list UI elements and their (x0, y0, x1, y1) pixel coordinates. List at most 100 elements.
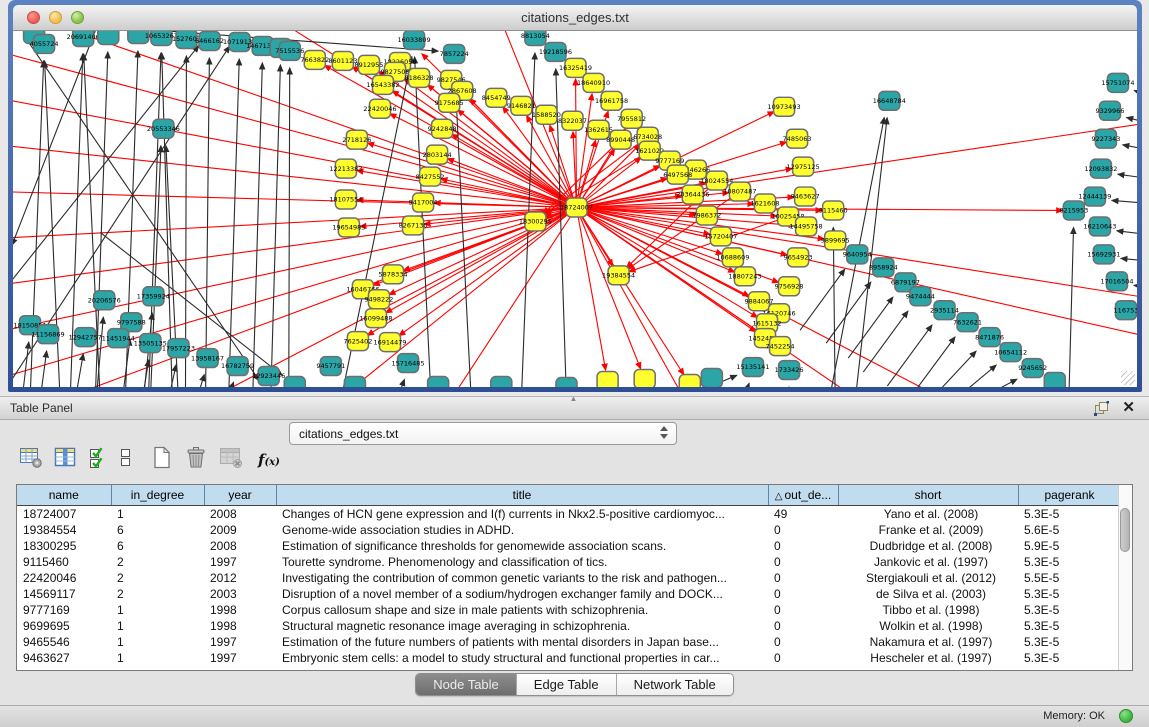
table-cell[interactable]: Estimation of significance thresholds fo… (276, 538, 768, 554)
graph-node[interactable]: 2803144 (423, 145, 452, 164)
table-cell[interactable]: 2 (111, 586, 204, 602)
graph-node[interactable]: 9329966 (1095, 101, 1124, 120)
table-cell[interactable]: 0 (768, 522, 838, 538)
table-cell[interactable]: 5.3E-5 (1018, 586, 1121, 602)
table-cell[interactable]: 1 (111, 602, 204, 618)
table-cell[interactable]: Dudbridge et al. (2008) (838, 538, 1018, 554)
graph-node[interactable]: 8813054 (521, 31, 550, 45)
graph-node[interactable]: 9115460 (819, 201, 848, 220)
table-cell[interactable]: Yano et al. (2008) (838, 506, 1018, 523)
window-titlebar[interactable]: citations_edges.txt (13, 5, 1137, 31)
graph-edge[interactable] (848, 297, 893, 358)
table-cell[interactable]: 2 (111, 570, 204, 586)
table-cell[interactable]: 9465546 (17, 634, 111, 650)
graph-edge[interactable] (142, 360, 148, 387)
table-cell[interactable]: 49 (768, 506, 838, 523)
graph-node[interactable]: 9756928 (775, 277, 804, 296)
graph-node[interactable] (284, 377, 305, 387)
table-cell[interactable]: 18300295 (17, 538, 111, 554)
graph-node[interactable]: 9474444 (906, 287, 935, 306)
graph-edge[interactable] (168, 365, 176, 387)
graph-node[interactable] (556, 378, 577, 387)
graph-node[interactable]: 12975125 (787, 157, 820, 176)
table-cell[interactable]: Investigating the contribution of common… (276, 570, 768, 586)
column-header-in_degree[interactable]: in_degree (111, 485, 204, 506)
table-cell[interactable]: Genome-wide association studies in ADHD. (276, 522, 768, 538)
table-cell[interactable]: Franke et al. (2009) (838, 522, 1018, 538)
graph-node[interactable]: 9498222 (364, 290, 393, 309)
column-header-name[interactable]: name (17, 485, 111, 506)
graph-edge[interactable] (1121, 258, 1137, 262)
table-cell[interactable]: Corpus callosum shape and size in male p… (276, 602, 768, 618)
create-column-icon[interactable] (151, 446, 173, 474)
graph-node[interactable]: 9463627 (791, 187, 820, 206)
table-cell[interactable]: Tourette syndrome. Phenomenology and cla… (276, 554, 768, 570)
graph-node[interactable]: 8471876 (975, 328, 1004, 347)
graph-node[interactable]: 18107554 (329, 190, 362, 209)
graph-node[interactable]: 9899695 (821, 231, 850, 250)
graph-node[interactable] (98, 31, 119, 44)
graph-edge[interactable] (13, 208, 577, 341)
graph-node[interactable]: 20553346 (147, 119, 180, 138)
graph-node[interactable]: 7986372 (692, 206, 721, 225)
graph-node[interactable]: 9457791 (316, 357, 345, 376)
graph-edge[interactable] (13, 141, 577, 208)
table-cell[interactable]: 5.3E-5 (1018, 506, 1121, 523)
scrollbar-thumb[interactable] (1120, 508, 1130, 552)
table-cell[interactable]: 5.3E-5 (1018, 634, 1121, 650)
table-row[interactable]: 1456911722003Disruption of a novel membe… (17, 586, 1121, 602)
graph-node[interactable]: 116753 (1114, 301, 1137, 320)
table-cell[interactable]: Disruption of a novel member of a sodium… (276, 586, 768, 602)
delete-column-icon[interactable] (184, 446, 208, 474)
graph-node[interactable]: 16782759 (221, 357, 254, 376)
graph-edge[interactable] (13, 41, 577, 208)
table-cell[interactable]: 2008 (204, 538, 276, 554)
table-cell[interactable]: Estimation of the future numbers of pati… (276, 634, 768, 650)
table-row[interactable]: 946554611997Estimation of the future num… (17, 634, 1121, 650)
graph-node[interactable]: 18807243 (728, 267, 761, 286)
table-cell[interactable]: 0 (768, 618, 838, 634)
graph-node[interactable]: 8215953 (1059, 201, 1088, 220)
graph-edge[interactable] (1134, 91, 1137, 101)
table-cell[interactable]: 9115460 (17, 554, 111, 570)
graph-edge[interactable] (863, 311, 908, 372)
graph-edge[interactable] (800, 269, 845, 330)
table-cell[interactable]: 19384554 (17, 522, 111, 538)
graph-node[interactable]: 22420046 (363, 99, 396, 118)
split-pane-handle-icon[interactable]: ▲ (570, 396, 578, 402)
table-cell[interactable]: 5.3E-5 (1018, 650, 1121, 666)
select-all-checklist-icon[interactable] (88, 446, 108, 474)
graph-node[interactable]: 8322037 (558, 111, 587, 130)
table-cell[interactable]: 2003 (204, 586, 276, 602)
table-settings-icon[interactable] (19, 446, 43, 474)
graph-node[interactable]: 8958924 (869, 258, 898, 277)
column-header-title[interactable]: title (276, 485, 768, 506)
table-cell[interactable]: 0 (768, 586, 838, 602)
table-row[interactable]: 911546021997Tourette syndrome. Phenomeno… (17, 554, 1121, 570)
table-cell[interactable]: 1997 (204, 634, 276, 650)
graph-node[interactable]: 9654923 (784, 248, 813, 267)
graph-node[interactable]: 15751074 (1101, 73, 1134, 92)
table-row[interactable]: 1872400712008Changes of HCN gene express… (17, 506, 1121, 523)
graph-edge[interactable] (22, 342, 29, 387)
table-cell[interactable]: 1997 (204, 650, 276, 666)
graph-node[interactable]: 9227343 (1091, 129, 1120, 148)
table-cell[interactable]: 9699695 (17, 618, 111, 634)
graph-edge[interactable] (955, 365, 997, 387)
graph-edge[interactable] (1123, 145, 1137, 153)
table-cell[interactable]: 18724007 (17, 506, 111, 523)
graph-node[interactable] (1044, 373, 1065, 387)
table-cell[interactable]: 2 (111, 554, 204, 570)
graph-node[interactable]: 13958167 (191, 349, 224, 368)
graph-edge[interactable] (227, 382, 234, 387)
graph-node[interactable]: 8186328 (405, 68, 434, 87)
column-header-short[interactable]: short (838, 485, 1018, 506)
graph-node[interactable] (428, 377, 449, 387)
graph-edge[interactable] (930, 351, 976, 387)
float-panel-icon[interactable] (1094, 401, 1109, 421)
graph-node[interactable]: 8601123 (328, 51, 357, 70)
tab-node-table[interactable]: Node Table (416, 674, 516, 695)
graph-node[interactable]: 15716485 (392, 354, 425, 373)
vertical-scrollbar[interactable] (1118, 485, 1132, 670)
graph-node[interactable]: 9245652 (1018, 359, 1047, 378)
